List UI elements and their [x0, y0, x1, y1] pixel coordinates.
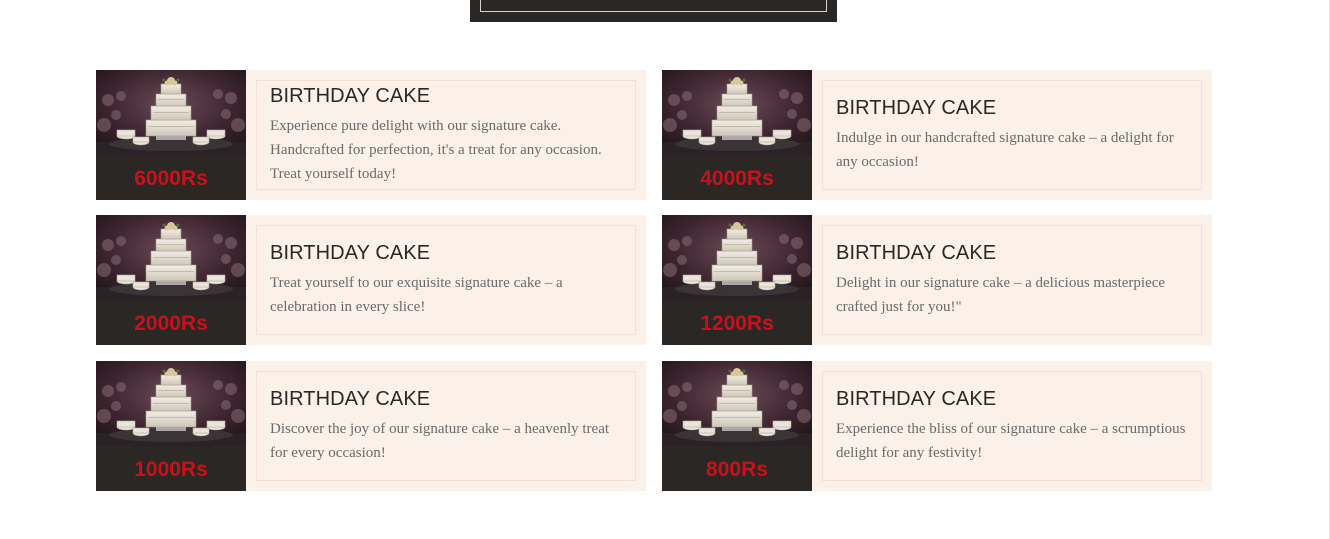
cake-image — [662, 70, 812, 155]
product-thumbnail[interactable]: 800Rs — [662, 361, 812, 491]
product-thumbnail[interactable]: 1200Rs — [662, 215, 812, 345]
header-banner-bottom — [470, 0, 837, 22]
product-card[interactable]: 4000Rs BIRTHDAY CAKE Indulge in our hand… — [662, 70, 1212, 200]
product-price: 1200Rs — [700, 311, 774, 335]
product-card[interactable]: 2000Rs BIRTHDAY CAKE Treat yourself to o… — [96, 215, 646, 345]
product-title[interactable]: BIRTHDAY CAKE — [270, 387, 623, 411]
product-thumbnail[interactable]: 1000Rs — [96, 361, 246, 491]
product-card[interactable]: 1000Rs BIRTHDAY CAKE Discover the joy of… — [96, 361, 646, 491]
cake-image — [662, 215, 812, 300]
product-title[interactable]: BIRTHDAY CAKE — [836, 96, 1189, 120]
product-title[interactable]: BIRTHDAY CAKE — [836, 387, 1189, 411]
product-description: Delight in our signature cake – a delici… — [836, 275, 1166, 315]
product-thumbnail[interactable]: 4000Rs — [662, 70, 812, 200]
product-card[interactable]: 800Rs BIRTHDAY CAKE Experience the bliss… — [662, 361, 1212, 491]
product-description: Experience the bliss of our signature ca… — [836, 421, 1186, 461]
product-title[interactable]: BIRTHDAY CAKE — [270, 241, 623, 265]
product-info: BIRTHDAY CAKE Treat yourself to our exqu… — [256, 225, 636, 335]
product-info: BIRTHDAY CAKE Experience the bliss of ou… — [822, 371, 1202, 481]
cake-image — [96, 70, 246, 155]
product-title[interactable]: BIRTHDAY CAKE — [270, 84, 623, 108]
product-price: 800Rs — [706, 457, 768, 481]
product-price: 1000Rs — [134, 457, 208, 481]
product-title[interactable]: BIRTHDAY CAKE — [836, 241, 1189, 265]
cake-image — [662, 361, 812, 446]
product-thumbnail[interactable]: 2000Rs — [96, 215, 246, 345]
cake-image — [96, 361, 246, 446]
cake-image — [96, 215, 246, 300]
product-info: BIRTHDAY CAKE Discover the joy of our si… — [256, 371, 636, 481]
product-description: Treat yourself to our exquisite signatur… — [270, 275, 563, 315]
product-info: BIRTHDAY CAKE Indulge in our handcrafted… — [822, 80, 1202, 190]
product-info: BIRTHDAY CAKE Delight in our signature c… — [822, 225, 1202, 335]
product-card[interactable]: 1200Rs BIRTHDAY CAKE Delight in our sign… — [662, 215, 1212, 345]
product-description: Indulge in our handcrafted signature cak… — [836, 130, 1174, 170]
product-description: Experience pure delight with our signatu… — [270, 118, 602, 182]
product-description: Discover the joy of our signature cake –… — [270, 421, 610, 461]
header-banner-border — [480, 0, 827, 12]
product-info: BIRTHDAY CAKE Experience pure delight wi… — [256, 80, 636, 190]
product-thumbnail[interactable]: 6000Rs — [96, 70, 246, 200]
product-price: 4000Rs — [700, 166, 774, 190]
product-price: 6000Rs — [134, 166, 208, 190]
product-price: 2000Rs — [134, 311, 208, 335]
product-card[interactable]: 6000Rs BIRTHDAY CAKE Experience pure del… — [96, 70, 646, 200]
